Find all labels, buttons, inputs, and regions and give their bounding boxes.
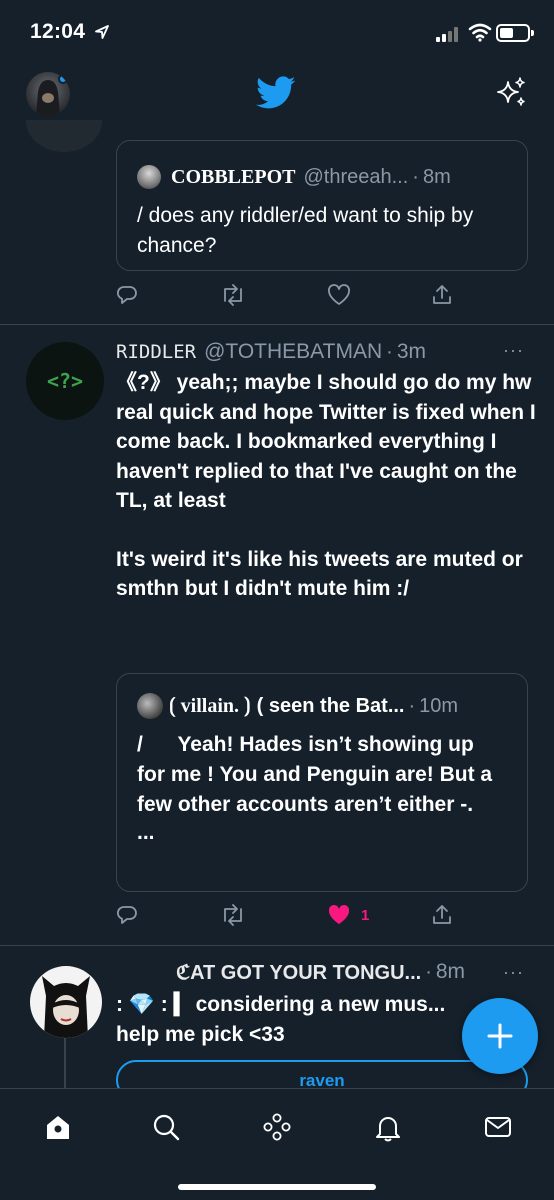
more-options-icon[interactable]: ··· [503, 962, 524, 983]
home-indicator [178, 1184, 376, 1190]
tweet-actions: 1 [116, 900, 476, 930]
nav-notifications[interactable] [368, 1107, 408, 1147]
tweet-time: 3m [396, 340, 426, 363]
twitter-bird-icon[interactable] [256, 76, 296, 110]
more-options-icon[interactable]: ··· [503, 340, 524, 361]
quoted-tweet-card[interactable]: ⟮ villain. ⟯ ( seen the Bat... · 10m / Y… [116, 673, 528, 892]
status-time: 12:04 [30, 20, 86, 43]
like-count: 1 [361, 906, 370, 924]
tweet-text: : 💎 : ▍ considering a new mus... help me… [116, 990, 456, 1049]
quoted-tweet-text: / does any riddler/ed want to ship by ch… [137, 204, 474, 257]
heart-icon [328, 284, 350, 305]
quoted-tweet-text: / Yeah! Hades isn’t showing up for me ! … [137, 733, 498, 816]
quoted-tweet-name: COBBLEPOT [171, 165, 296, 188]
reply-button[interactable] [116, 280, 138, 310]
reply-button[interactable] [116, 900, 138, 930]
share-icon [433, 905, 451, 924]
quoted-tweet-header: COBBLEPOT @threeah... · 8m [137, 163, 507, 191]
share-button[interactable] [431, 280, 453, 310]
avatar [137, 165, 161, 189]
tweet-header: ℭAT GOT YOUR TONGU... · 8m [176, 958, 476, 986]
nav-spaces[interactable] [257, 1107, 297, 1147]
tweet-author-name[interactable]: RIDDLER [116, 341, 196, 363]
quoted-tweet-card[interactable]: COBBLEPOT @threeah... · 8m / does any ri… [116, 140, 528, 271]
nav-home[interactable] [38, 1107, 78, 1147]
catwoman-avatar-icon [42, 976, 90, 1038]
tweet-text-line: help me pick <33 [116, 1022, 285, 1046]
tweet-actions [116, 280, 476, 310]
separator-dot: · [386, 340, 393, 363]
heart-filled-icon [328, 904, 350, 924]
status-bar: 12:04 [0, 0, 554, 64]
avatar-code-glyph: <?> [46, 369, 84, 393]
profile-avatar-button[interactable] [26, 72, 70, 116]
spaces-icon [263, 1113, 291, 1141]
nav-search[interactable] [146, 1107, 186, 1147]
quoted-tweet-handle: ( seen the Bat... [256, 694, 405, 717]
retweet-button[interactable] [220, 280, 246, 310]
tweet-divider [0, 945, 554, 946]
bell-icon [376, 1117, 400, 1142]
plus-icon [487, 1023, 513, 1049]
retweet-icon [224, 904, 242, 926]
battery-icon [496, 24, 534, 42]
retweet-icon [224, 284, 242, 306]
like-button[interactable] [327, 280, 351, 310]
mail-icon [485, 1117, 511, 1137]
share-button[interactable] [431, 900, 453, 930]
thread-connector-line [64, 1038, 66, 1088]
avatar[interactable]: <?> [26, 342, 104, 420]
home-icon [47, 1116, 69, 1139]
quoted-tweet-handle: @threeah... [303, 165, 409, 188]
tweet-text-line: : 💎 : ▍ considering a new mus... [116, 993, 446, 1016]
reply-icon [116, 906, 137, 924]
location-arrow-icon [95, 25, 109, 39]
tweet-author-name[interactable]: ℭAT GOT YOUR TONGU... [176, 960, 421, 985]
quoted-tweet-time: 10m [419, 694, 459, 717]
notification-dot [58, 74, 68, 84]
tweet-author-handle[interactable]: @TOTHEBATMAN [204, 340, 382, 364]
compose-tweet-button[interactable] [462, 998, 538, 1074]
tweet-header: RIDDLER @TOTHEBATMAN · 3m [116, 338, 536, 366]
search-icon [153, 1114, 180, 1141]
avatar[interactable] [30, 966, 102, 1038]
truncation-ellipsis: ... [137, 821, 155, 844]
timeline[interactable]: COBBLEPOT @threeah... · 8m / does any ri… [0, 120, 554, 1088]
tweet-divider [0, 324, 554, 325]
avatar [137, 693, 163, 719]
poll-option[interactable]: raven [116, 1060, 528, 1088]
avatar[interactable] [26, 120, 102, 152]
sparkle-icon[interactable] [494, 76, 528, 110]
quoted-tweet-time: 8m [422, 165, 451, 188]
quoted-tweet-header: ⟮ villain. ⟯ ( seen the Bat... · 10m [137, 692, 507, 720]
separator-dot: · [408, 694, 416, 717]
top-header [0, 64, 554, 120]
retweet-button[interactable] [220, 900, 246, 930]
nav-messages[interactable] [478, 1107, 518, 1147]
tweet-time: 8m [435, 960, 466, 983]
separator-dot: · [425, 960, 432, 983]
cellular-signal-icon [436, 26, 462, 42]
tweet-text-paragraph: 《?》 yeah;; maybe I should go do my hw re… [116, 371, 536, 512]
tweet-text-paragraph: It's weird it's like his tweets are mute… [116, 547, 523, 601]
quoted-tweet-name: ⟮ villain. ⟯ [169, 694, 251, 717]
like-button[interactable]: 1 [327, 900, 369, 930]
wifi-icon [468, 23, 492, 42]
reply-icon [116, 286, 137, 304]
separator-dot: · [412, 165, 419, 188]
share-icon [433, 285, 451, 304]
tweet-text: 《?》 yeah;; maybe I should go do my hw re… [116, 368, 536, 604]
